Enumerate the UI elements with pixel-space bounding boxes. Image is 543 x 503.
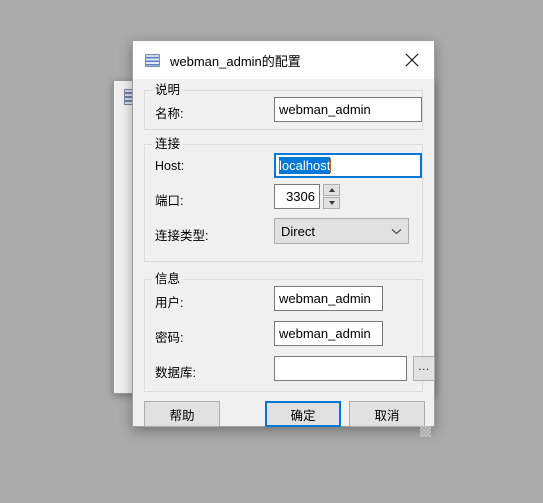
chevron-down-icon	[390, 228, 402, 235]
name-input-value: webman_admin	[279, 102, 371, 117]
chevron-up-icon	[328, 188, 335, 192]
group-connection: 连接 Host: localhost 端口: 3306 连接类型: Direct	[144, 137, 423, 262]
group-information-title: 信息	[152, 272, 184, 286]
name-label: 名称:	[155, 107, 184, 121]
cancel-button[interactable]: 取消	[349, 401, 425, 427]
close-icon[interactable]	[389, 41, 434, 79]
ok-button[interactable]: 确定	[265, 401, 341, 427]
port-label: 端口:	[155, 194, 184, 208]
connection-type-label: 连接类型:	[155, 229, 209, 243]
host-input[interactable]: localhost	[274, 153, 422, 178]
dialog-footer: 帮助 确定 取消	[133, 392, 434, 440]
port-stepper[interactable]: 3306	[274, 184, 340, 209]
dialog-body: 说明 名称: webman_admin 连接 Host: localhost 端…	[133, 79, 435, 392]
help-button[interactable]: 帮助	[144, 401, 220, 427]
port-increment-button[interactable]	[323, 184, 340, 196]
password-input-value: webman_admin	[279, 326, 371, 341]
database-icon	[145, 53, 160, 68]
user-label: 用户:	[155, 296, 184, 310]
host-label: Host:	[155, 159, 185, 173]
port-input[interactable]: 3306	[274, 184, 320, 209]
database-label: 数据库:	[155, 366, 196, 380]
password-input[interactable]: webman_admin	[274, 321, 383, 346]
port-input-value: 3306	[286, 189, 315, 204]
user-input[interactable]: webman_admin	[274, 286, 383, 311]
text-caret	[330, 158, 332, 173]
config-dialog: webman_admin的配置 说明 名称: webman_admin 连接 H…	[132, 40, 435, 437]
group-description-title: 说明	[152, 83, 184, 97]
group-connection-title: 连接	[152, 137, 184, 151]
user-input-value: webman_admin	[279, 291, 371, 306]
database-input[interactable]	[274, 356, 407, 381]
connection-type-select[interactable]: Direct	[274, 218, 409, 244]
group-description: 说明 名称: webman_admin	[144, 83, 423, 130]
password-label: 密码:	[155, 331, 184, 345]
dialog-title: webman_admin的配置	[170, 53, 301, 69]
dialog-titlebar[interactable]: webman_admin的配置	[133, 41, 434, 79]
database-browse-button[interactable]: ...	[413, 356, 435, 381]
chevron-down-icon	[328, 201, 335, 205]
host-input-value: localhost	[279, 157, 331, 174]
port-decrement-button[interactable]	[323, 197, 340, 209]
connection-type-value: Direct	[281, 223, 315, 239]
dialog-resize-grip[interactable]	[420, 426, 431, 437]
name-input[interactable]: webman_admin	[274, 97, 422, 122]
group-information: 信息 用户: webman_admin 密码: webman_admin 数据库…	[144, 272, 435, 392]
